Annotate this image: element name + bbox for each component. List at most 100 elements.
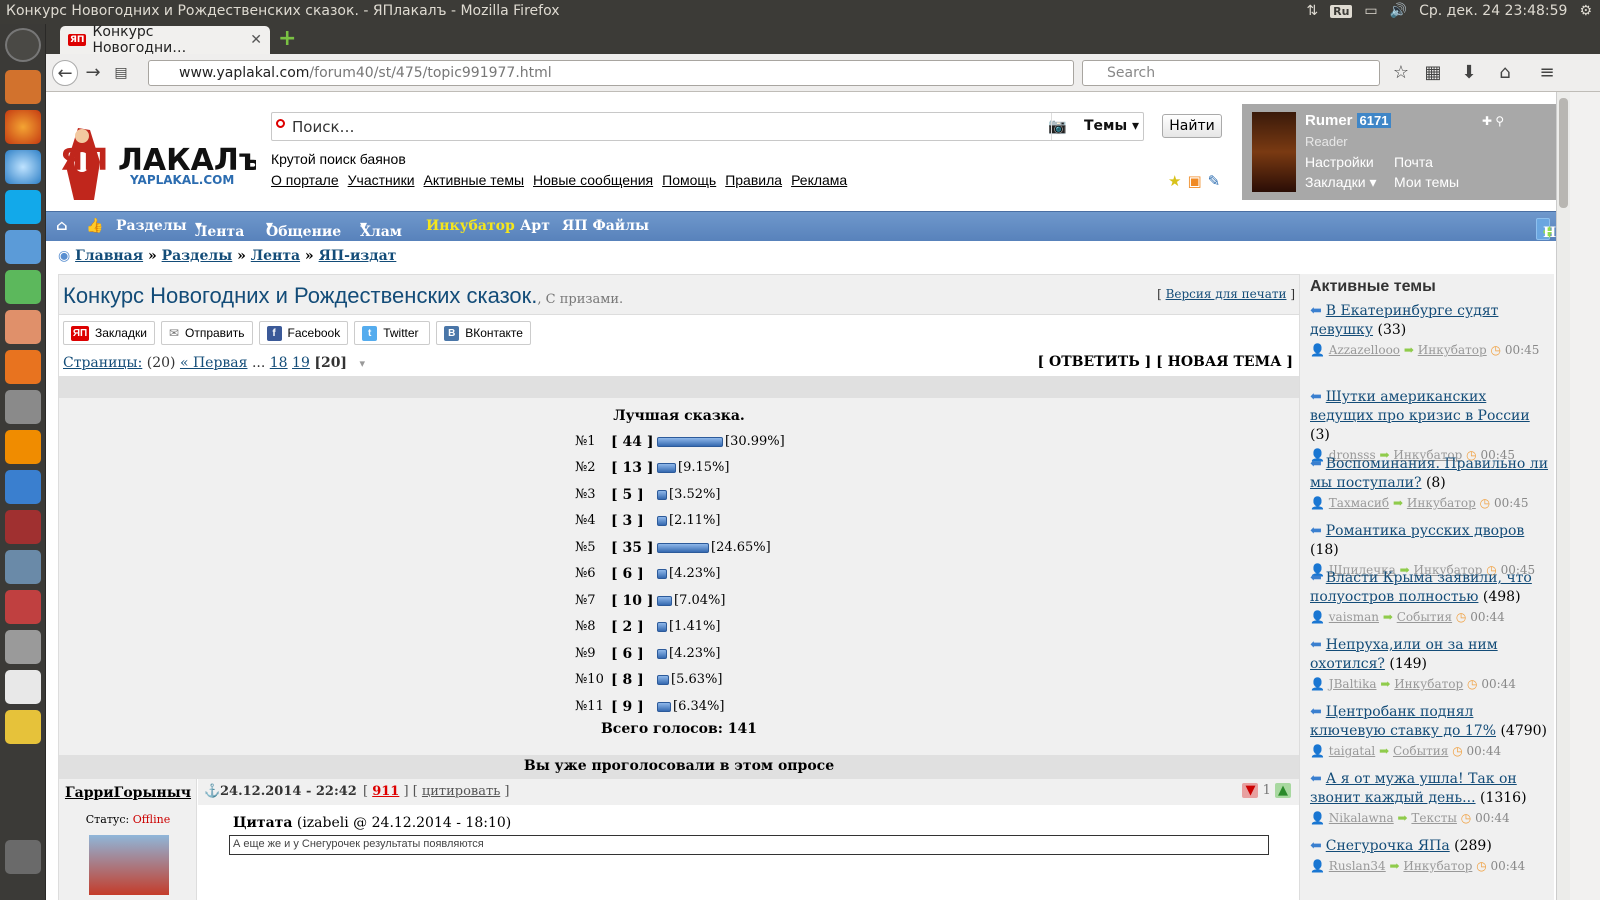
link-my-topics[interactable]: Мои темы: [1394, 174, 1459, 190]
app-icon-1[interactable]: [5, 470, 41, 504]
firefox-icon[interactable]: [5, 110, 41, 144]
rss-icon[interactable]: ▣: [1187, 172, 1201, 190]
site-logo[interactable]: ЯП ЛАКАЛъ YAPLAKAL.COM: [56, 122, 261, 202]
url-bar[interactable]: www.yaplakal.com/forum40/st/475/topic991…: [148, 60, 1074, 86]
active-topic-link[interactable]: Снегурочка ЯПа: [1326, 838, 1450, 854]
page-down-icon[interactable]: ▾: [360, 357, 366, 370]
site-search-input[interactable]: Поиск… 📷 Темы ▾: [271, 112, 1144, 141]
dash-icon[interactable]: [5, 28, 41, 62]
active-topic-section[interactable]: События: [1397, 610, 1452, 624]
power-icon[interactable]: ⚙: [1579, 3, 1592, 19]
post-author-link[interactable]: ГарриГорыныч: [65, 785, 191, 801]
app-icon-5[interactable]: [5, 630, 41, 664]
active-topic-author[interactable]: Nikalawna: [1329, 811, 1394, 825]
app-icon-4[interactable]: [5, 590, 41, 624]
link-new-messages[interactable]: Новые сообщения: [533, 172, 653, 188]
link-ads[interactable]: Реклама: [791, 172, 847, 188]
active-topic-author[interactable]: Тахмасиб: [1329, 496, 1389, 510]
page-first[interactable]: « Первая: [180, 355, 248, 371]
volume-icon[interactable]: 🔊: [1390, 3, 1407, 19]
page-19[interactable]: 19: [292, 355, 310, 371]
reply-button[interactable]: [ ОТВЕТИТЬ ]: [1038, 354, 1152, 370]
thunderbird-icon[interactable]: [5, 150, 41, 184]
link-settings[interactable]: Настройки: [1305, 154, 1374, 170]
link-active-topics[interactable]: Активные темы: [424, 172, 525, 188]
active-topic-author[interactable]: vaisman: [1329, 610, 1379, 624]
link-mail[interactable]: Почта: [1394, 154, 1433, 170]
home-icon[interactable]: ⌂: [1492, 60, 1518, 86]
search-category-select[interactable]: Темы ▾: [1051, 113, 1143, 140]
active-topic-section[interactable]: События: [1393, 744, 1448, 758]
software-center-icon[interactable]: [5, 350, 41, 384]
active-topic-section[interactable]: Тексты: [1411, 811, 1457, 825]
active-topic-section[interactable]: Инкубатор: [1418, 343, 1487, 357]
trash-icon[interactable]: [5, 840, 41, 874]
anchor-icon[interactable]: ⚓: [204, 784, 220, 799]
cards-icon[interactable]: [5, 670, 41, 704]
home-menu-icon[interactable]: ⌂: [56, 218, 68, 234]
quote-link[interactable]: цитировать: [422, 784, 500, 799]
active-topic-link[interactable]: Центробанк поднял ключевую ставку до 17%: [1310, 704, 1496, 739]
menu-feed[interactable]: Лента ▾: [195, 218, 244, 240]
writer-icon[interactable]: [5, 230, 41, 264]
menu-junk[interactable]: Хлам ▾: [360, 218, 402, 240]
app-icon-2[interactable]: [5, 510, 41, 544]
user-avatar[interactable]: [1252, 112, 1296, 192]
user-name[interactable]: Rumer: [1305, 112, 1353, 129]
share-send-button[interactable]: ✉ Отправить: [160, 321, 253, 345]
thumb-up-icon[interactable]: ▲: [1275, 783, 1291, 798]
calc-icon[interactable]: [5, 270, 41, 304]
edit-icon[interactable]: ✎: [1208, 172, 1221, 190]
close-tab-icon[interactable]: ✕: [250, 32, 262, 48]
keyboard-lang-indicator[interactable]: Ru: [1330, 4, 1353, 18]
post-number-link[interactable]: 911: [372, 784, 399, 799]
share-facebook-button[interactable]: f Facebook: [258, 321, 349, 345]
star-icon[interactable]: ★: [1168, 172, 1181, 190]
downloads-icon[interactable]: ⬇: [1456, 60, 1482, 86]
vlc-icon[interactable]: [5, 430, 41, 464]
crumb-sections[interactable]: Разделы: [162, 248, 233, 264]
files-icon[interactable]: [5, 70, 41, 104]
app-icon-3[interactable]: [5, 550, 41, 584]
share-twitter-button[interactable]: t Twitter: [354, 321, 431, 345]
crumb-yap-izdat[interactable]: ЯП-издат: [319, 248, 397, 264]
menu-files[interactable]: ЯП Файлы: [562, 218, 649, 234]
page-18[interactable]: 18: [270, 355, 288, 371]
active-topic-link[interactable]: Романтика русских дворов: [1326, 523, 1525, 539]
battery-icon[interactable]: ▭: [1364, 3, 1377, 19]
menu-sections[interactable]: Разделы: [116, 218, 187, 234]
active-topic-author[interactable]: Ruslan34: [1329, 859, 1386, 873]
post-author-avatar[interactable]: [89, 835, 169, 895]
menu-incubator[interactable]: Инкубатор: [426, 218, 515, 234]
skype-icon[interactable]: [5, 190, 41, 224]
find-button[interactable]: Найти: [1162, 114, 1222, 138]
share-vk-button[interactable]: B ВКонтакте: [436, 321, 531, 345]
active-topic-section[interactable]: Инкубатор: [1394, 677, 1463, 691]
menu-art[interactable]: Арт: [520, 218, 550, 234]
menu-chat[interactable]: Общение ▾: [266, 218, 341, 240]
impress-icon[interactable]: [5, 310, 41, 344]
thumb-down-icon[interactable]: ▼: [1242, 783, 1259, 798]
active-topic-section[interactable]: Инкубатор: [1407, 496, 1476, 510]
new-topic-button[interactable]: [ НОВАЯ ТЕМА ]: [1156, 354, 1293, 370]
active-topic-section[interactable]: Инкубатор: [1403, 859, 1472, 873]
link-bookmarks[interactable]: Закладки ▾: [1305, 174, 1377, 191]
clock[interactable]: Ср. дек. 24 23:48:59: [1419, 3, 1567, 19]
pages-label[interactable]: Страницы:: [63, 355, 142, 371]
back-icon[interactable]: ←: [52, 60, 78, 86]
forward-icon[interactable]: →: [80, 60, 106, 86]
active-topic-author[interactable]: JBaltika: [1329, 677, 1377, 691]
like-menu-icon[interactable]: 👍: [86, 218, 103, 234]
link-rules[interactable]: Правила: [725, 172, 782, 188]
link-help[interactable]: Помощь: [662, 172, 716, 188]
share-bookmarks-button[interactable]: ЯП Закладки: [63, 321, 155, 345]
new-post-button[interactable]: ✚ Новый пост: [1536, 218, 1556, 257]
browser-search-input[interactable]: Search: [1082, 60, 1380, 86]
link-members[interactable]: Участники: [348, 172, 415, 188]
browser-tab[interactable]: ЯП Конкурс Новогодни… ✕: [60, 24, 270, 56]
page-scrollbar[interactable]: [1556, 92, 1570, 900]
reading-list-icon[interactable]: ▦: [1420, 60, 1446, 86]
user-tools-icon[interactable]: ✚ ⚲: [1482, 114, 1504, 128]
history-icon[interactable]: ▤: [108, 60, 134, 86]
link-about[interactable]: О портале: [271, 172, 339, 188]
